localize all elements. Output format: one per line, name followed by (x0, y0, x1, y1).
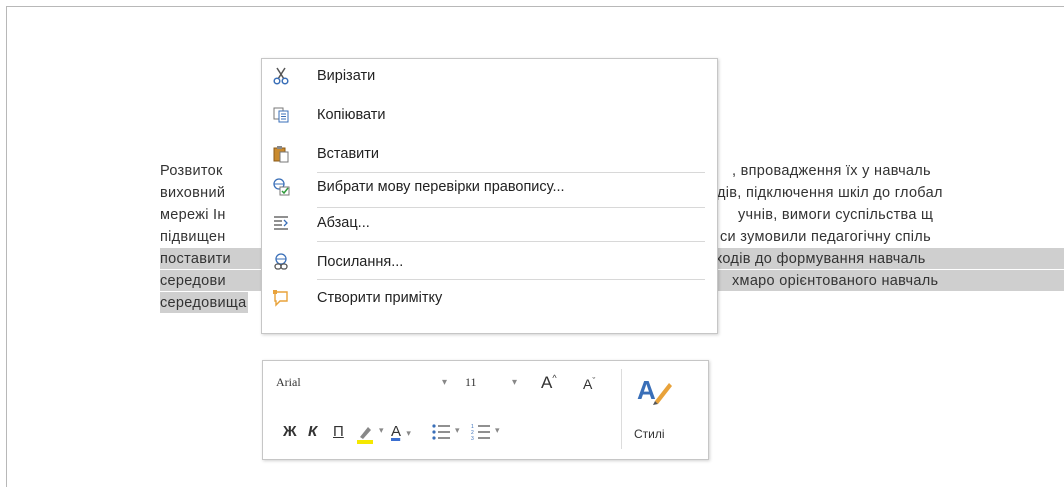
grow-font-label: A (541, 373, 553, 392)
menu-item-new-comment[interactable]: Створити примітку (262, 281, 717, 315)
svg-text:3: 3 (471, 436, 474, 441)
doc-line-left: мережі Ін (160, 207, 226, 223)
font-name-value: Arial (276, 375, 301, 389)
paragraph-icon (274, 216, 288, 230)
chevron-down-icon[interactable]: ▾ (442, 377, 447, 388)
menu-separator (317, 279, 705, 280)
highlight-color-button[interactable]: ▾ (355, 423, 384, 445)
font-name-combo[interactable]: Arial ▾ (269, 371, 461, 395)
doc-line-left: середовища (160, 295, 247, 311)
caret-up-icon: ^ (552, 373, 557, 383)
underline-button[interactable]: П (333, 423, 344, 445)
font-size-value: 11 (465, 375, 477, 389)
font-size-combo[interactable]: 11 ▾ (458, 371, 525, 395)
chevron-down-icon[interactable]: ▾ (512, 377, 517, 388)
shrink-font-label: A (583, 376, 593, 392)
context-menu: Вирізати Копіювати Вставити Вибрати мову… (261, 58, 718, 334)
chevron-down-icon[interactable]: ▾ (406, 428, 411, 438)
menu-item-cut[interactable]: Вирізати (262, 59, 717, 93)
menu-item-paste[interactable]: Вставити (262, 137, 717, 171)
doc-line-right: хмаро орієнтованого навчаль (732, 273, 939, 289)
doc-line-right: , впровадження їх у навчаль (732, 163, 931, 179)
svg-text:A: A (637, 375, 656, 405)
numbered-list-icon: 1 2 3 (471, 424, 490, 442)
doc-line-right: си зумовили педагогічну спіль (720, 229, 931, 245)
menu-item-label: Абзац... (317, 215, 370, 231)
numbering-button[interactable]: 1 2 3 ▾ (471, 423, 500, 445)
italic-button[interactable]: К (308, 423, 317, 445)
chevron-down-icon[interactable]: ▾ (495, 425, 500, 436)
comment-icon (273, 290, 288, 307)
highlighter-icon (357, 427, 373, 444)
menu-item-paragraph[interactable]: Абзац... (262, 206, 717, 240)
grow-font-button[interactable]: A^ (541, 373, 557, 393)
doc-line-right: дів, підключення шкіл до глобал (717, 185, 943, 201)
font-color-label: A (391, 423, 401, 440)
menu-item-label: Створити примітку (317, 290, 443, 306)
menu-item-label: Посилання... (317, 254, 404, 270)
chevron-down-icon[interactable]: ▾ (379, 425, 384, 436)
mini-toolbar: Arial ▾ 11 ▾ A^ Aˇ A Стилі Ж К П ▾ A ▾ ▾ (262, 360, 709, 460)
menu-item-label: Вставити (317, 146, 380, 162)
doc-line-left: Розвиток (160, 163, 223, 179)
menu-item-link[interactable]: Посилання... (262, 245, 717, 279)
scissors-icon (273, 67, 289, 85)
toolbar-separator (621, 369, 622, 449)
bullet-list-icon (432, 424, 450, 440)
menu-item-copy[interactable]: Копіювати (262, 98, 717, 132)
doc-line-left: поставити (160, 251, 231, 267)
menu-item-label: Вибрати мову перевірки правопису... (317, 179, 565, 195)
bullets-button[interactable]: ▾ (431, 423, 460, 445)
chevron-down-icon[interactable]: ▾ (455, 425, 460, 436)
doc-line-right: ходів до формування навчаль (715, 251, 926, 267)
language-icon (273, 178, 290, 196)
styles-icon[interactable]: A (635, 371, 675, 411)
doc-line-left: підвищен (160, 229, 226, 245)
font-color-button[interactable]: A ▾ (391, 423, 411, 445)
paste-icon (273, 146, 289, 163)
doc-line-left: виховний (160, 185, 226, 201)
doc-line-left: середови (160, 273, 226, 289)
menu-separator (317, 241, 705, 242)
doc-line-right: учнів, вимоги суспільства щ (738, 207, 934, 223)
menu-item-set-proofing-language[interactable]: Вибрати мову перевірки правопису... (262, 170, 717, 204)
copy-icon (273, 107, 289, 123)
shrink-font-button[interactable]: Aˇ (583, 376, 595, 392)
menu-item-label: Копіювати (317, 107, 386, 123)
menu-item-label: Вирізати (317, 68, 376, 84)
styles-label: Стилі (634, 427, 665, 441)
link-icon (274, 253, 288, 270)
caret-down-icon: ˇ (592, 376, 596, 386)
bold-button[interactable]: Ж (283, 423, 297, 445)
